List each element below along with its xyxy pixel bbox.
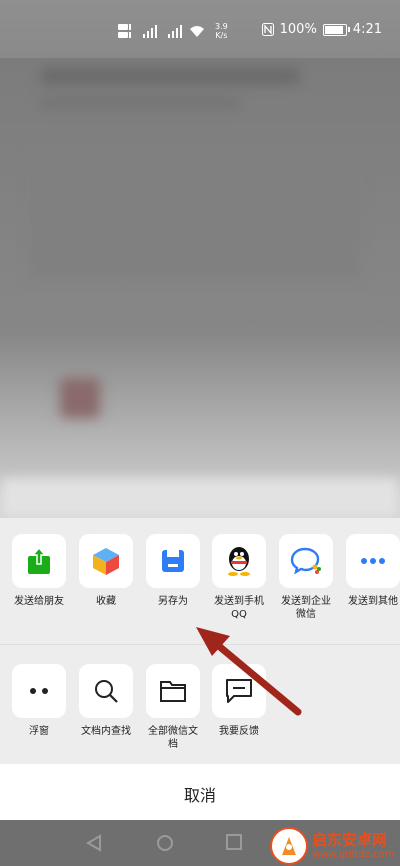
send-to-other-label: 发送到其他	[348, 596, 398, 607]
network-rate: 3.9 K/s	[215, 22, 228, 40]
signal-4g-icon	[168, 25, 182, 38]
share-upload-icon	[28, 547, 50, 574]
watermark-url: www.qdltdz.com	[312, 849, 395, 860]
folder-icon	[160, 681, 186, 702]
feedback-icon	[226, 679, 252, 703]
float-window-label: 浮窗	[29, 726, 49, 737]
share-to-friend-button[interactable]: 发送给朋友	[6, 534, 72, 608]
more-dots-icon	[361, 558, 385, 564]
favorite-label: 收藏	[96, 596, 116, 607]
signal-5g-icon	[143, 25, 157, 38]
status-bar: 3.9 K/s 100% 4:21	[0, 0, 400, 58]
find-in-document-button[interactable]: 文档内查找	[73, 664, 139, 738]
favorite-cube-icon	[93, 548, 119, 575]
cancel-button[interactable]: 取消	[0, 764, 400, 820]
feedback-label: 我要反馈	[219, 726, 259, 737]
feedback-button[interactable]: 我要反馈	[206, 664, 272, 738]
battery-percent: 100%	[279, 22, 317, 37]
battery-icon	[322, 23, 350, 36]
watermark-title: 启东安卓网	[312, 831, 388, 849]
save-as-label: 另存为	[158, 596, 188, 607]
wifi-icon	[190, 25, 204, 37]
clock: 4:21	[352, 22, 382, 37]
float-window-icon	[30, 688, 48, 694]
save-as-button[interactable]: 另存为	[140, 534, 206, 608]
home-nav-icon[interactable]	[156, 834, 174, 852]
nfc-icon	[261, 23, 274, 36]
float-window-button[interactable]: 浮窗	[6, 664, 72, 738]
favorite-button[interactable]: 收藏	[73, 534, 139, 608]
all-wechat-docs-label: 全部微信文 档	[148, 726, 198, 750]
watermark: 启东安卓网 www.qdltdz.com	[270, 826, 400, 866]
signal-indicators: 3.9 K/s	[118, 22, 228, 40]
watermark-logo-icon	[270, 827, 308, 865]
sheet-divider	[0, 644, 400, 645]
recents-nav-icon[interactable]	[226, 834, 242, 850]
save-disk-icon	[162, 550, 184, 572]
find-in-document-label: 文档内查找	[81, 726, 131, 737]
send-to-wecom-button[interactable]: 发送到企业 微信	[273, 534, 339, 621]
back-nav-icon[interactable]	[86, 834, 102, 852]
send-to-qq-label: 发送到手机 QQ	[214, 596, 264, 620]
send-to-other-button[interactable]: 发送到其他	[340, 534, 400, 608]
send-to-qq-button[interactable]: 发送到手机 QQ	[206, 534, 272, 621]
blurred-document-background	[0, 58, 400, 518]
hd-sim-icon	[118, 24, 131, 38]
cancel-label: 取消	[183, 786, 216, 805]
share-to-friend-label: 发送给朋友	[14, 596, 64, 607]
search-icon	[95, 680, 118, 703]
qq-penguin-icon	[228, 547, 250, 576]
wecom-icon	[290, 547, 321, 575]
send-to-wecom-label: 发送到企业 微信	[281, 596, 331, 620]
all-wechat-docs-button[interactable]: 全部微信文 档	[140, 664, 206, 751]
